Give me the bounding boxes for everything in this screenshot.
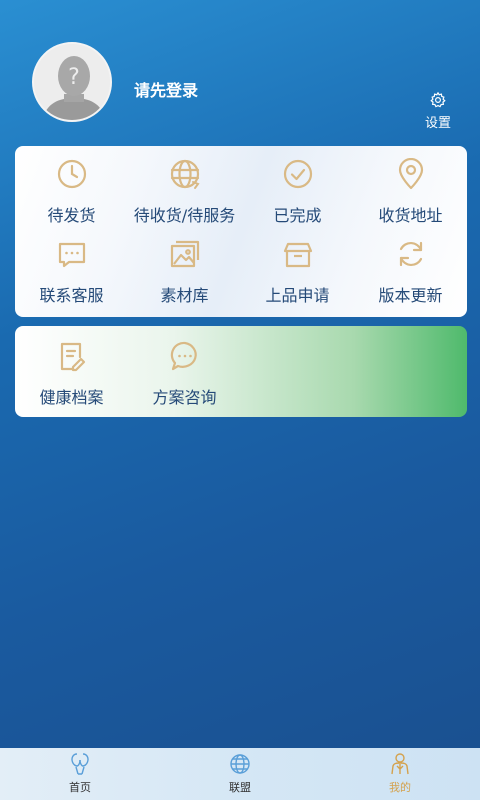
menu-item-label: 收货地址 (378, 206, 443, 225)
orders-services-card: 待发货 待收货/待服务 已完成 收货地址 联系客服 素材库 上品申请 版本更新 (15, 146, 467, 317)
menu-item-label: 版本更新 (378, 286, 443, 305)
menu-item-pending-receipt[interactable]: 待收货/待服务 (128, 158, 241, 238)
document-edit-icon (60, 342, 85, 372)
menu-item-material-library[interactable]: 素材库 (128, 238, 241, 318)
globe-icon (170, 159, 200, 189)
location-pin-icon (398, 158, 423, 190)
settings-button[interactable]: 设置 (418, 91, 458, 131)
tab-alliance[interactable]: 联盟 (160, 748, 320, 800)
tab-mine[interactable]: 我的 (320, 748, 480, 800)
login-prompt[interactable]: 请先登录 (134, 77, 198, 101)
refresh-icon (399, 241, 422, 267)
image-gallery-icon (170, 240, 199, 268)
gear-icon (430, 91, 446, 108)
menu-item-shipping-address[interactable]: 收货地址 (354, 158, 467, 238)
menu-item-product-listing-request[interactable]: 上品申请 (241, 238, 354, 318)
menu-item-label: 已完成 (273, 206, 322, 225)
svg-text:?: ? (68, 65, 80, 90)
box-icon (283, 242, 312, 268)
menu-item-plan-consultation[interactable]: 方案咨询 (128, 340, 241, 408)
chat-dots-icon (170, 341, 197, 371)
menu-item-version-update[interactable]: 版本更新 (354, 238, 467, 318)
globe-network-icon (230, 754, 250, 774)
menu-item-label: 联系客服 (39, 286, 104, 305)
profile-header: ? 请先登录 设置 (0, 0, 480, 146)
clock-icon (57, 159, 86, 189)
menu-item-customer-service[interactable]: 联系客服 (15, 238, 128, 318)
tab-label: 我的 (389, 781, 411, 794)
tab-home[interactable]: 首页 (0, 748, 160, 800)
menu-item-label: 素材库 (160, 286, 209, 305)
default-avatar-icon: ? (34, 44, 110, 120)
avatar[interactable]: ? (32, 42, 112, 122)
menu-item-label: 待发货 (47, 206, 96, 225)
bottom-tab-bar: 首页 联盟 我的 (0, 748, 480, 800)
tab-label: 首页 (69, 781, 91, 794)
menu-item-label: 健康档案 (39, 388, 104, 407)
home-balloon-icon (71, 753, 89, 775)
menu-item-pending-shipment[interactable]: 待发货 (15, 158, 128, 238)
person-icon (391, 753, 409, 775)
menu-item-label: 上品申请 (265, 286, 330, 305)
tab-label: 联盟 (229, 781, 251, 794)
health-services-card: 健康档案 方案咨询 (15, 326, 467, 417)
menu-item-label: 待收货/待服务 (133, 206, 236, 225)
menu-item-label: 方案咨询 (152, 388, 217, 407)
menu-item-completed[interactable]: 已完成 (241, 158, 354, 238)
settings-label: 设置 (424, 116, 451, 131)
check-circle-icon (283, 159, 312, 189)
chat-bubble-icon (58, 242, 85, 268)
menu-item-health-records[interactable]: 健康档案 (15, 340, 128, 408)
